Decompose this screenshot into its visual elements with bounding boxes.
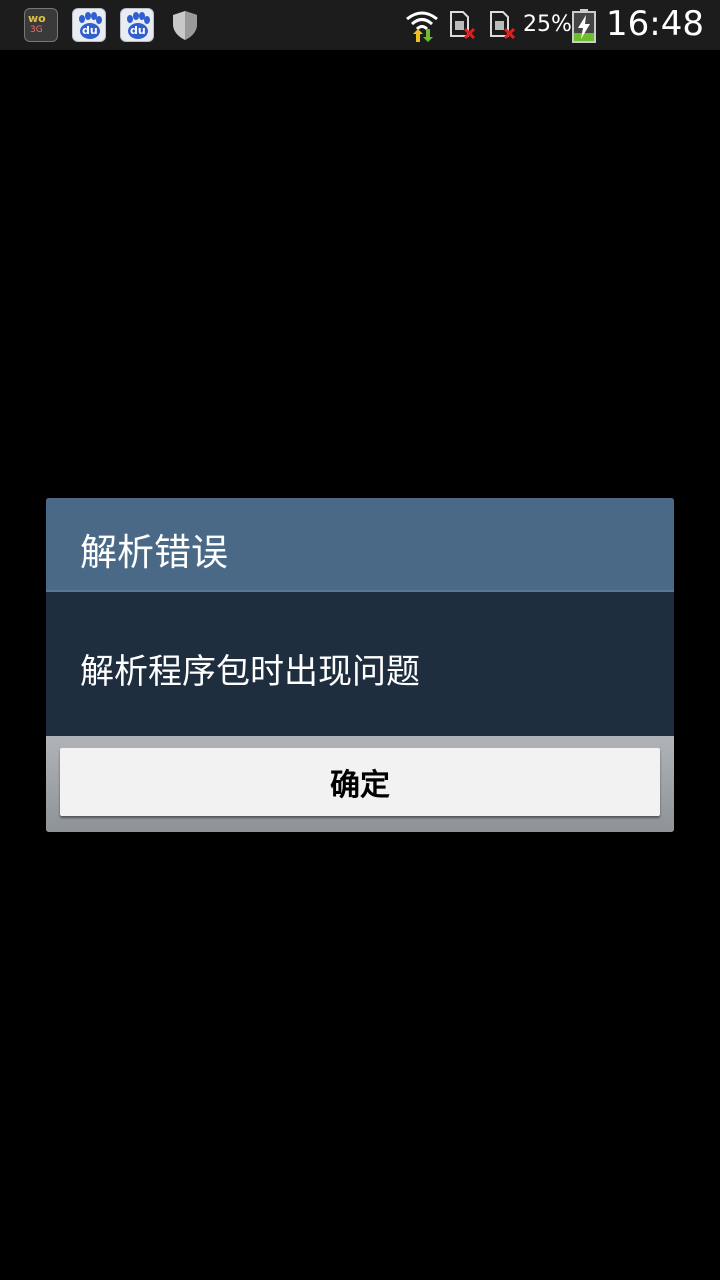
sim1-no-signal-icon bbox=[450, 11, 476, 40]
wifi-icon bbox=[406, 11, 438, 42]
dialog-button-bar: 确定 bbox=[46, 736, 674, 832]
baidu-icon-label: du bbox=[130, 24, 146, 37]
status-bar[interactable]: wo 3G du du 25% 16:48 bbox=[0, 0, 720, 50]
ok-button[interactable]: 确定 bbox=[60, 748, 660, 816]
shield-icon bbox=[173, 11, 197, 40]
alert-dialog: 解析错误 解析程序包时出现问题 确定 bbox=[46, 498, 674, 832]
dialog-title: 解析错误 bbox=[80, 531, 228, 574]
wo-app-icon-subtext: 3G bbox=[30, 25, 43, 35]
battery-charging-icon bbox=[572, 9, 596, 43]
battery-fill bbox=[574, 33, 594, 41]
battery-percent: 25% bbox=[523, 12, 572, 37]
wo-app-icon-text: wo bbox=[28, 12, 46, 25]
status-time: 16:48 bbox=[606, 4, 704, 44]
dialog-message: 解析程序包时出现问题 bbox=[80, 652, 420, 692]
baidu-icon-label: du bbox=[82, 24, 98, 37]
baidu-icon: du bbox=[120, 8, 154, 42]
dialog-title-bar: 解析错误 bbox=[46, 498, 674, 592]
sim2-no-signal-icon bbox=[490, 11, 516, 40]
dialog-body: 解析程序包时出现问题 bbox=[46, 592, 674, 736]
wo-app-icon: wo 3G bbox=[24, 8, 58, 42]
baidu-icon: du bbox=[72, 8, 106, 42]
